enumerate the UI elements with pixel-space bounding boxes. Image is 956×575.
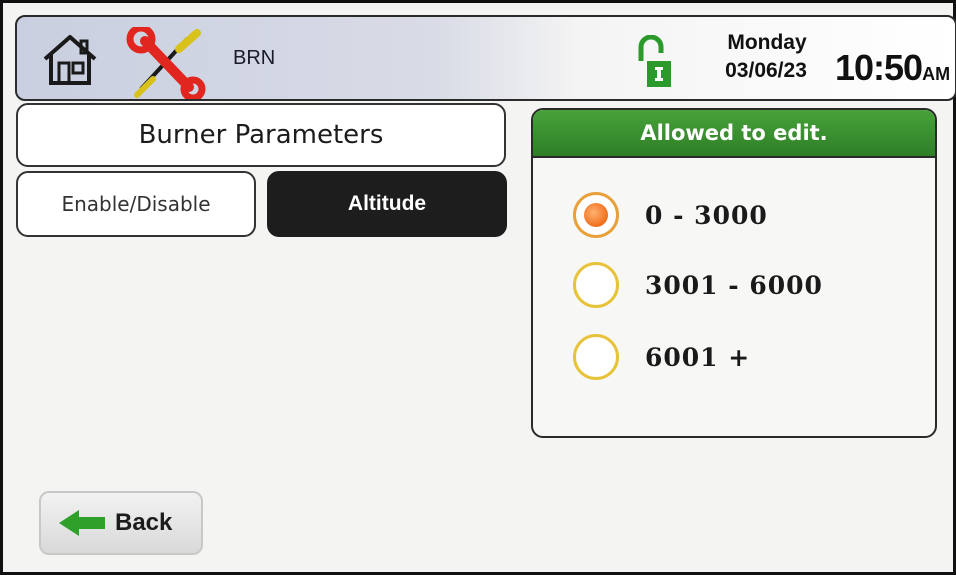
clock: 10:50AM: [835, 47, 950, 89]
tab-enable-disable[interactable]: Enable/Disable: [16, 171, 256, 237]
wrench-screwdriver-icon[interactable]: [123, 27, 207, 99]
edit-panel: Allowed to edit. 0 - 3000 3001 - 6000 60…: [531, 108, 937, 438]
back-button[interactable]: Back: [39, 491, 203, 555]
option-label: 3001 - 6000: [645, 270, 823, 300]
back-label: Back: [115, 509, 173, 536]
time-value: 10:50: [835, 47, 923, 88]
radio-button[interactable]: [573, 334, 619, 380]
option-label: 0 - 3000: [645, 200, 768, 230]
radio-selected-dot: [584, 203, 608, 227]
page-title: Burner Parameters: [16, 103, 506, 167]
day-label: Monday: [727, 31, 807, 54]
radio-button[interactable]: [573, 192, 619, 238]
header-bar: BRN Monday 03/06/23 10:50AM: [15, 15, 956, 101]
left-arrow-icon: [59, 510, 105, 536]
app-code: BRN: [233, 47, 276, 69]
screen-frame: BRN Monday 03/06/23 10:50AM Burner Param…: [0, 0, 956, 575]
altitude-option-3001-6000[interactable]: 3001 - 6000: [573, 260, 823, 310]
unlocked-padlock-icon[interactable]: [633, 35, 673, 91]
edit-panel-header: Allowed to edit.: [533, 110, 935, 158]
tab-altitude[interactable]: Altitude: [267, 171, 507, 237]
am-pm: AM: [922, 64, 951, 84]
altitude-option-0-3000[interactable]: 0 - 3000: [573, 190, 768, 240]
date-label: 03/06/23: [725, 59, 807, 82]
home-icon[interactable]: [39, 29, 101, 91]
option-label: 6001 +: [645, 342, 751, 372]
altitude-option-6001-plus[interactable]: 6001 +: [573, 332, 750, 382]
radio-button[interactable]: [573, 262, 619, 308]
